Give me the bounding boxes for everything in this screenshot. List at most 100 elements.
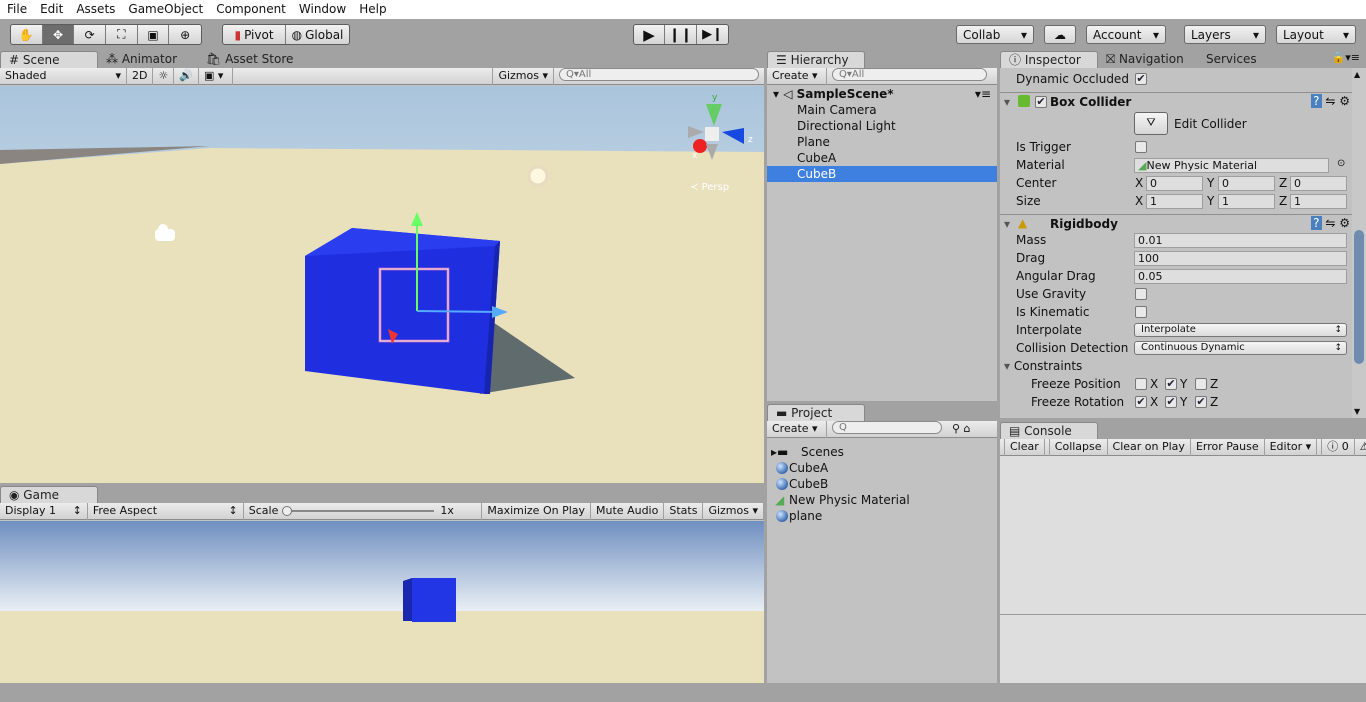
dynamic-occluded-checkbox[interactable]: ✔	[1135, 73, 1147, 85]
project-item-plane[interactable]: plane	[771, 508, 997, 524]
scene-search-input[interactable]: Q▾All	[559, 67, 759, 81]
hierarchy-item-directional-light[interactable]: Directional Light	[767, 118, 997, 134]
account-dropdown[interactable]: Account ▾	[1086, 25, 1166, 44]
center-x-field[interactable]: 0	[1146, 176, 1203, 191]
editor-dropdown[interactable]: Editor ▾	[1265, 438, 1318, 456]
component-menu-icons[interactable]: ? ⇋ ⚙	[1311, 216, 1350, 230]
tab-animator[interactable]: ⁂ Animator	[98, 51, 198, 68]
object-picker-icon[interactable]: ⊙	[1337, 158, 1345, 169]
error-pause-toggle[interactable]: Error Pause	[1191, 438, 1265, 456]
menu-edit[interactable]: Edit	[33, 0, 69, 19]
tab-console[interactable]: ▤ Console	[1000, 422, 1098, 439]
tab-scene[interactable]: # Scene	[0, 51, 98, 68]
pivot-button[interactable]: ▮ Pivot	[223, 25, 287, 44]
edit-collider-button[interactable]: ⛛	[1134, 112, 1168, 135]
is-kinematic-checkbox[interactable]	[1135, 306, 1147, 318]
rect-icon[interactable]: ▣	[138, 25, 170, 44]
drag-field[interactable]: 100	[1134, 251, 1347, 266]
tab-inspector[interactable]: ⓘ Inspector	[1000, 51, 1098, 68]
menu-gameobject[interactable]: GameObject	[121, 0, 209, 19]
clear-on-play-toggle[interactable]: Clear on Play	[1108, 438, 1191, 456]
aspect-dropdown[interactable]: Free Aspect ↕	[88, 502, 244, 520]
menu-window[interactable]: Window	[292, 0, 352, 19]
step-button[interactable]: ▶❙	[697, 25, 728, 44]
cloud-button[interactable]: ☁	[1044, 25, 1076, 44]
constraints-foldout[interactable]: ▾ Constraints	[1004, 357, 1082, 375]
box-collider-header[interactable]: ▾ ✔ Box Collider ? ⇋ ⚙	[1000, 92, 1352, 112]
size-y-field[interactable]: 1	[1218, 194, 1275, 209]
hand-icon[interactable]: ✋	[11, 25, 43, 44]
mass-field[interactable]: 0.01	[1134, 233, 1347, 248]
scene-viewport[interactable]: y z x ≺ Persp	[0, 86, 764, 483]
game-gizmos-dropdown[interactable]: Gizmos ▾	[703, 502, 764, 520]
warning-count-toggle[interactable]: ⚠ 0	[1355, 439, 1366, 456]
scale-slider[interactable]: Scale 1x	[244, 502, 483, 520]
freeze-rotation-y-checkbox[interactable]: ✔	[1165, 396, 1177, 408]
hierarchy-item-cubeb[interactable]: CubeB	[767, 166, 997, 182]
layout-dropdown[interactable]: Layout ▾	[1276, 25, 1356, 44]
collapse-toggle[interactable]: Collapse	[1048, 438, 1108, 456]
pause-button[interactable]: ❙❙	[665, 25, 698, 44]
audio-icon[interactable]: 🔊	[174, 67, 200, 85]
size-z-field[interactable]: 1	[1290, 194, 1347, 209]
is-trigger-checkbox[interactable]	[1135, 141, 1147, 153]
gizmos-dropdown[interactable]: Gizmos ▾	[492, 67, 554, 85]
2d-toggle[interactable]: 2D	[127, 67, 154, 85]
shading-dropdown[interactable]: Shaded ▾	[0, 67, 127, 85]
project-item-cubeb[interactable]: CubeB	[771, 476, 997, 492]
box-collider-enabled-checkbox[interactable]: ✔	[1035, 96, 1047, 108]
collision-detection-dropdown[interactable]: Continuous Dynamic	[1134, 341, 1347, 355]
center-y-field[interactable]: 0	[1218, 176, 1275, 191]
menu-component[interactable]: Component	[209, 0, 292, 19]
menu-assets[interactable]: Assets	[69, 0, 121, 19]
project-item-physic-material[interactable]: ◢ New Physic Material	[771, 492, 997, 508]
angular-drag-field[interactable]: 0.05	[1134, 269, 1347, 284]
tab-navigation[interactable]: ⛝ Navigation	[1098, 51, 1198, 68]
mute-audio-toggle[interactable]: Mute Audio	[591, 502, 665, 520]
hierarchy-item-cubea[interactable]: CubeA	[767, 150, 997, 166]
tab-services[interactable]: Services	[1198, 51, 1265, 68]
lighting-icon[interactable]: ☼	[153, 67, 175, 85]
clear-button[interactable]: Clear	[1004, 438, 1045, 456]
console-detail-divider[interactable]	[1000, 614, 1366, 615]
project-create-dropdown[interactable]: Create ▾	[767, 420, 827, 438]
rigidbody-header[interactable]: ▾ ▲ Rigidbody ? ⇋ ⚙	[1000, 214, 1352, 234]
display-dropdown[interactable]: Display 1 ↕	[0, 502, 88, 520]
rotate-icon[interactable]: ⟳	[74, 25, 107, 44]
layers-dropdown[interactable]: Layers ▾	[1184, 25, 1266, 44]
scene-root[interactable]: ▾ ◁ SampleScene* ▾≡	[767, 86, 997, 102]
maximize-on-play-toggle[interactable]: Maximize On Play	[482, 502, 592, 520]
hierarchy-item-plane[interactable]: Plane	[767, 134, 997, 150]
hierarchy-item-main-camera[interactable]: Main Camera	[767, 102, 997, 118]
stats-toggle[interactable]: Stats	[664, 502, 704, 520]
size-x-field[interactable]: 1	[1146, 194, 1203, 209]
component-menu-icons[interactable]: ? ⇋ ⚙	[1311, 94, 1350, 108]
lock-icon[interactable]: 🔒▾≡	[1332, 51, 1366, 68]
interpolate-dropdown[interactable]: Interpolate	[1134, 323, 1347, 337]
freeze-position-z-checkbox[interactable]	[1195, 378, 1207, 390]
global-button[interactable]: ◍ Global	[286, 25, 349, 44]
hierarchy-search-input[interactable]: Q▾All	[832, 67, 987, 81]
move-icon[interactable]: ✥	[42, 25, 75, 44]
project-item-scenes[interactable]: ▸▬ Scenes	[771, 444, 997, 460]
project-item-cubea[interactable]: CubeA	[771, 460, 997, 476]
scale-icon[interactable]: ⛶	[106, 25, 138, 44]
use-gravity-checkbox[interactable]	[1135, 288, 1147, 300]
error-count-toggle[interactable]: ⓘ 0	[1321, 438, 1355, 456]
freeze-position-y-checkbox[interactable]: ✔	[1165, 378, 1177, 390]
freeze-rotation-x-checkbox[interactable]: ✔	[1135, 396, 1147, 408]
tab-game[interactable]: ◉ Game	[0, 486, 98, 503]
tab-asset-store[interactable]: 🛍 Asset Store	[198, 51, 301, 68]
transform-icon[interactable]: ⊕	[169, 25, 201, 44]
freeze-rotation-z-checkbox[interactable]: ✔	[1195, 396, 1207, 408]
play-button[interactable]: ▶	[634, 25, 666, 44]
tab-project[interactable]: ▬ Project	[767, 404, 865, 421]
menu-file[interactable]: File	[0, 0, 33, 19]
collab-dropdown[interactable]: Collab ▾	[956, 25, 1034, 44]
project-search-input[interactable]: Q	[832, 420, 942, 434]
freeze-position-x-checkbox[interactable]	[1135, 378, 1147, 390]
tab-hierarchy[interactable]: ☰ Hierarchy	[767, 51, 865, 68]
material-field[interactable]: ◢New Physic Material	[1134, 158, 1329, 173]
filter-icon[interactable]: ⚲ ⌂	[947, 421, 976, 438]
hierarchy-create-dropdown[interactable]: Create ▾	[767, 67, 827, 85]
